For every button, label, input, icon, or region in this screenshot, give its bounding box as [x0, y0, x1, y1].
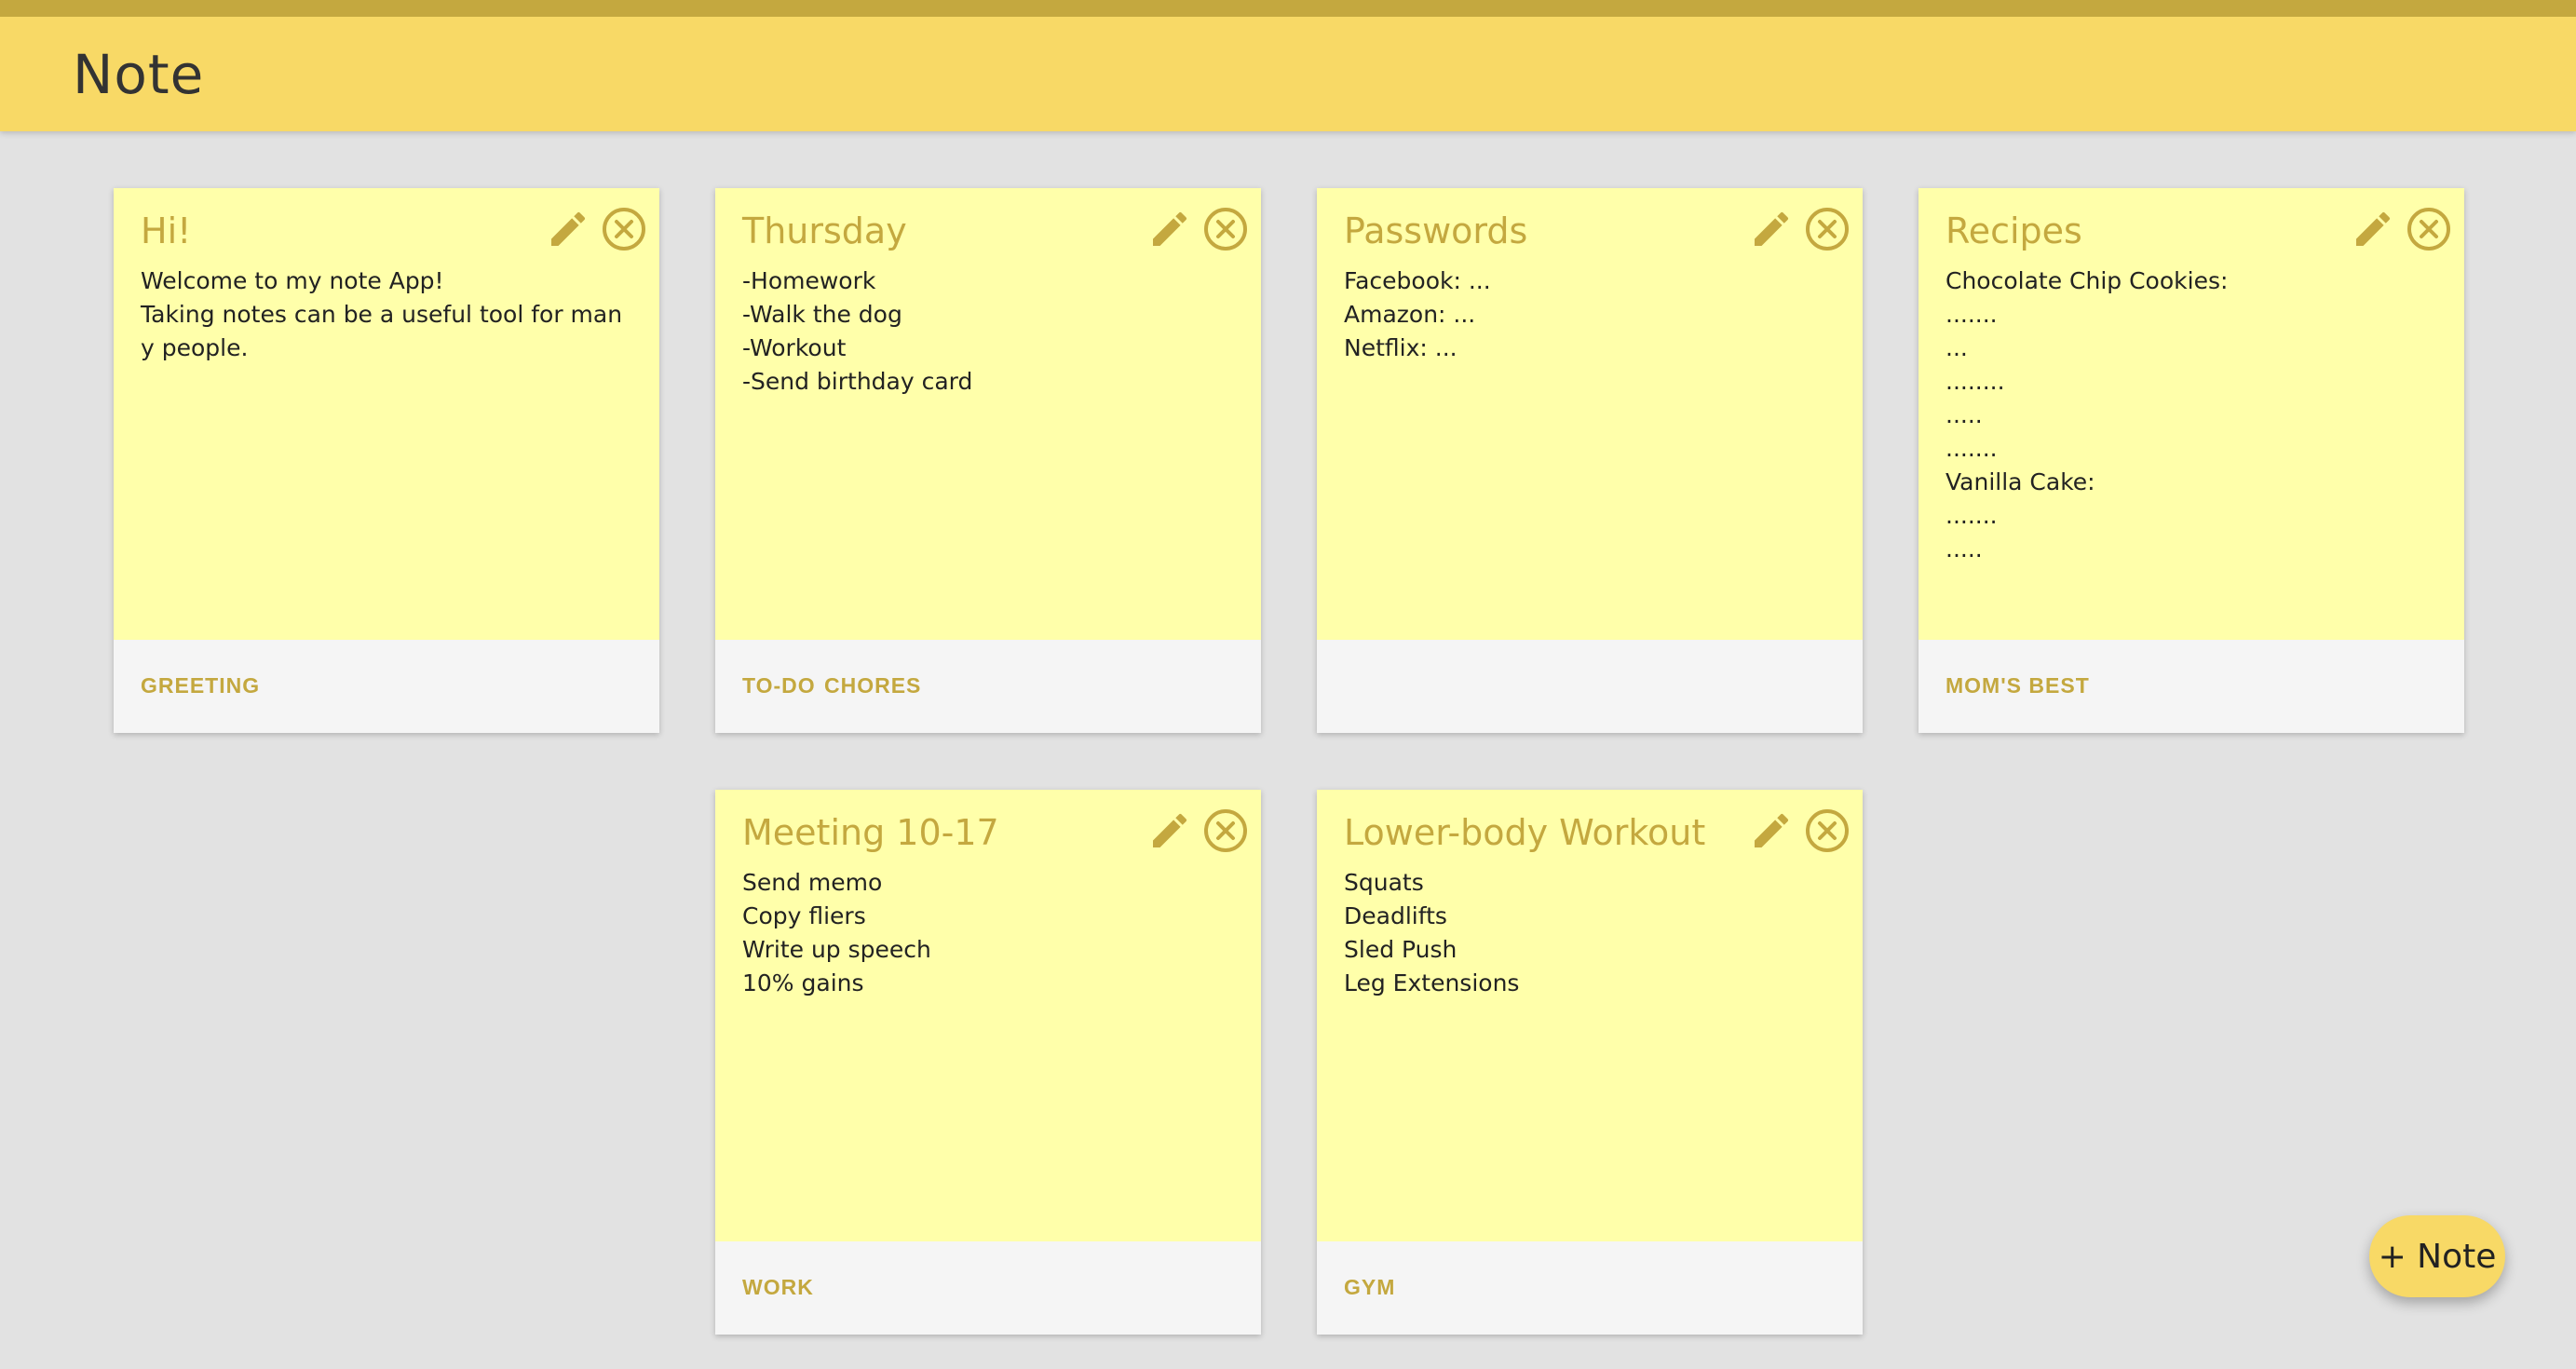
- close-circle-icon: [603, 208, 645, 251]
- note-content: -Homework -Walk the dog -Workout -Send b…: [742, 264, 1236, 399]
- delete-button[interactable]: [1201, 205, 1250, 253]
- delete-button[interactable]: [1803, 205, 1851, 253]
- note-line: .......: [1946, 301, 1998, 328]
- note-line: .....: [1946, 401, 1983, 428]
- note-line: -Send birthday card: [742, 368, 973, 395]
- note-card: Passwords Facebook: ... Amazon: ... Netf…: [1317, 188, 1863, 733]
- note-content: Send memo Copy fliers Write up speech 10…: [742, 866, 1236, 1000]
- note-line: -Walk the dog: [742, 301, 902, 328]
- note-line: Chocolate Chip Cookies:: [1946, 267, 2229, 294]
- delete-button[interactable]: [2405, 205, 2453, 253]
- note-line: Leg Extensions: [1344, 969, 1520, 996]
- note-line: .....: [1946, 535, 1983, 563]
- edit-button[interactable]: [546, 207, 590, 251]
- note-body: Passwords Facebook: ... Amazon: ... Netf…: [1317, 188, 1863, 640]
- note-line: Vanilla Cake:: [1946, 468, 2095, 495]
- note-footer: [1317, 640, 1863, 733]
- edit-button[interactable]: [1749, 808, 1794, 853]
- note-body: Hi! Welcome to my note App! Taking notes…: [114, 188, 659, 640]
- note-card: Recipes Chocolate Chip Cookies: ....... …: [1918, 188, 2464, 733]
- note-line: -Workout: [742, 334, 847, 361]
- close-circle-icon: [1806, 208, 1849, 251]
- note-body: Meeting 10-17 Send memo Copy fliers Writ…: [715, 790, 1261, 1241]
- note-line: ........: [1946, 368, 2005, 395]
- note-line: Amazon: ...: [1344, 301, 1476, 328]
- delete-button[interactable]: [1803, 806, 1851, 855]
- note-card: Lower-body Workout Squats Deadlifts Sled…: [1317, 790, 1863, 1335]
- pencil-icon: [1755, 211, 1789, 246]
- delete-button[interactable]: [600, 205, 648, 253]
- note-card: Thursday -Homework -Walk the dog -Workou…: [715, 188, 1261, 733]
- edit-button[interactable]: [1749, 207, 1794, 251]
- note-line: ...: [1946, 334, 1968, 361]
- note-content: Welcome to my note App! Taking notes can…: [141, 264, 634, 365]
- note-tag[interactable]: CHORES: [824, 673, 921, 698]
- note-content: Chocolate Chip Cookies: ....... ... ....…: [1946, 264, 2439, 566]
- note-line: .......: [1946, 502, 1998, 529]
- note-tag[interactable]: GREETING: [141, 673, 260, 698]
- note-footer: MOM'S BEST: [1918, 640, 2464, 733]
- note-footer: TO-DO CHORES: [715, 640, 1261, 733]
- note-footer: WORK: [715, 1241, 1261, 1335]
- note-title: Thursday: [742, 210, 907, 251]
- close-circle-icon: [1806, 809, 1849, 852]
- close-circle-icon: [1204, 208, 1247, 251]
- app-header: Note: [0, 0, 2576, 131]
- edit-button[interactable]: [1147, 207, 1192, 251]
- note-title: Lower-body Workout: [1344, 812, 1706, 853]
- note-footer: GREETING: [114, 640, 659, 733]
- note-footer: GYM: [1317, 1241, 1863, 1335]
- add-note-button[interactable]: + Note: [2369, 1215, 2505, 1297]
- note-line: -Homework: [742, 267, 876, 294]
- edit-button[interactable]: [2351, 207, 2395, 251]
- pencil-icon: [1153, 813, 1187, 847]
- note-line: Sled Push: [1344, 936, 1457, 963]
- app-title: Note: [73, 43, 205, 106]
- close-circle-icon: [2407, 208, 2450, 251]
- note-tag[interactable]: GYM: [1344, 1275, 1395, 1300]
- note-tag[interactable]: MOM'S BEST: [1946, 673, 2090, 698]
- note-line: .......: [1946, 435, 1998, 462]
- delete-button[interactable]: [1201, 806, 1250, 855]
- pencil-icon: [1755, 813, 1789, 847]
- note-line: Netflix: ...: [1344, 334, 1457, 361]
- note-line: Facebook: ...: [1344, 267, 1491, 294]
- note-title: Hi!: [141, 210, 192, 251]
- note-line: Taking notes can be a useful tool for ma…: [141, 301, 623, 361]
- note-title: Passwords: [1344, 210, 1528, 251]
- note-tag[interactable]: WORK: [742, 1275, 814, 1300]
- edit-button[interactable]: [1147, 808, 1192, 853]
- note-title: Meeting 10-17: [742, 812, 999, 853]
- pencil-icon: [551, 211, 586, 246]
- note-line: Copy fliers: [742, 902, 866, 929]
- note-tag[interactable]: TO-DO: [742, 673, 816, 698]
- note-card: Hi! Welcome to my note App! Taking notes…: [114, 188, 659, 733]
- note-line: Welcome to my note App!: [141, 267, 444, 294]
- note-title: Recipes: [1946, 210, 2082, 251]
- note-content: Facebook: ... Amazon: ... Netflix: ...: [1344, 264, 1837, 365]
- note-line: Write up speech: [742, 936, 931, 963]
- note-line: 10% gains: [742, 969, 864, 996]
- note-card: Meeting 10-17 Send memo Copy fliers Writ…: [715, 790, 1261, 1335]
- note-line: Squats: [1344, 869, 1424, 896]
- note-line: Deadlifts: [1344, 902, 1447, 929]
- pencil-icon: [2356, 211, 2391, 246]
- pencil-icon: [1153, 211, 1187, 246]
- note-body: Lower-body Workout Squats Deadlifts Sled…: [1317, 790, 1863, 1241]
- note-line: Send memo: [742, 869, 883, 896]
- note-body: Recipes Chocolate Chip Cookies: ....... …: [1918, 188, 2464, 640]
- note-body: Thursday -Homework -Walk the dog -Workou…: [715, 188, 1261, 640]
- note-content: Squats Deadlifts Sled Push Leg Extension…: [1344, 866, 1837, 1000]
- close-circle-icon: [1204, 809, 1247, 852]
